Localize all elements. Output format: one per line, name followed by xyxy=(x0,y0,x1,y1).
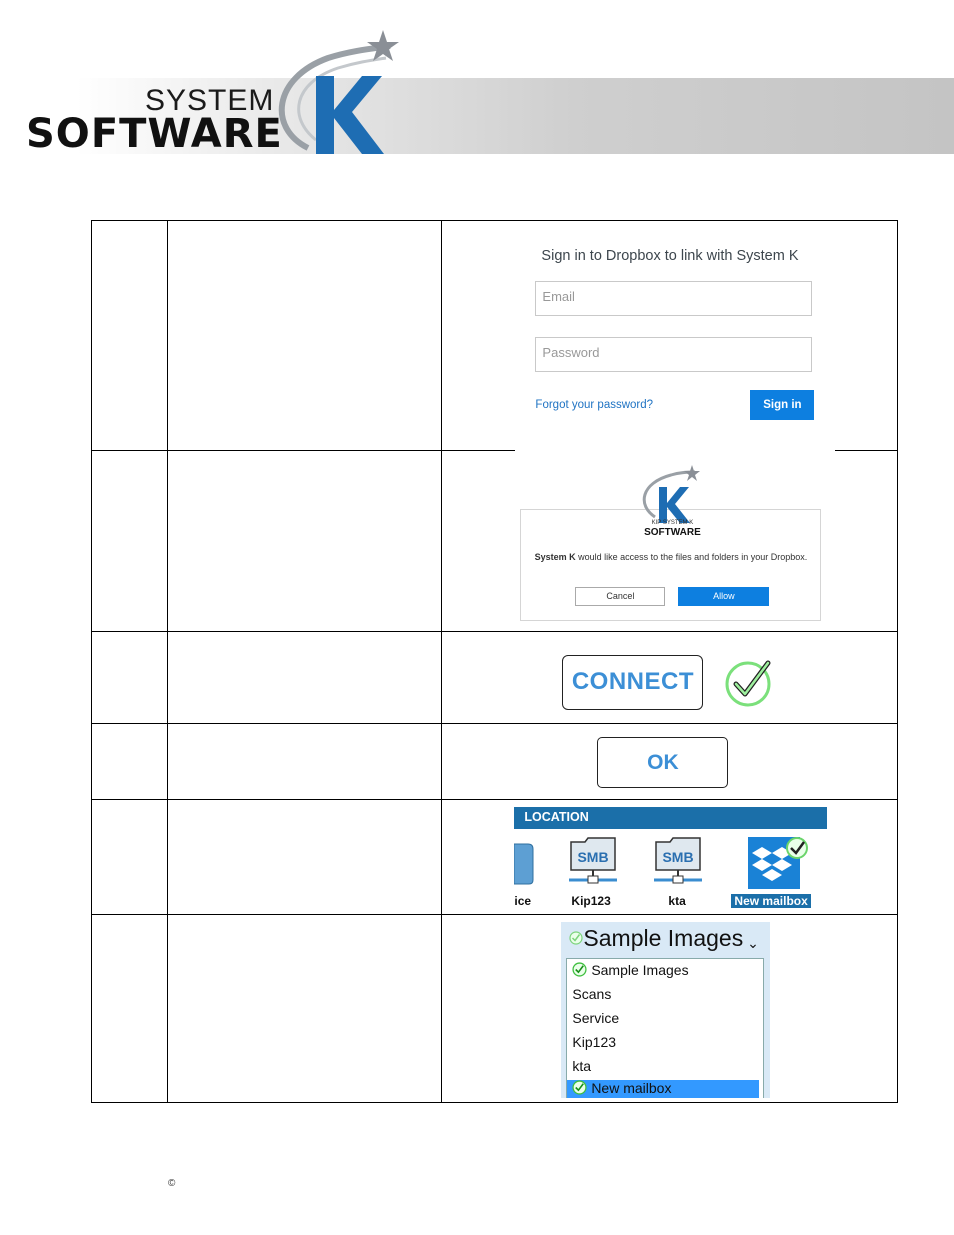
description-cell xyxy=(167,220,443,451)
copyright-symbol: © xyxy=(168,1178,176,1189)
description-cell xyxy=(167,799,443,915)
folder-icon[interactable] xyxy=(514,834,534,886)
dropdown-option[interactable]: Scans xyxy=(572,986,611,1002)
password-field[interactable]: Password xyxy=(535,337,813,372)
kip-caption: KIP SYSTEM K xyxy=(651,520,694,526)
step-cell xyxy=(90,723,169,800)
ok-button[interactable]: OK xyxy=(597,737,729,788)
location-item-label: kta xyxy=(668,894,686,908)
smb-share-icon[interactable]: SMB xyxy=(652,834,704,886)
screenshot-cell: OK xyxy=(441,723,898,800)
screenshot-cell: CONNECT xyxy=(441,631,898,724)
email-field[interactable]: Email xyxy=(535,281,813,316)
description-cell xyxy=(167,631,443,724)
location-item-label: Kip123 xyxy=(571,894,611,908)
logo-software-text: SOFTWARE xyxy=(26,111,283,157)
smb-share-icon[interactable]: SMB xyxy=(567,834,619,886)
chevron-down-icon: ⌄ xyxy=(743,935,759,951)
description-cell xyxy=(167,723,443,800)
step-cell xyxy=(90,914,169,1103)
allow-button[interactable]: Allow xyxy=(678,587,770,606)
folder-dropdown[interactable]: Sample Images ⌄ Sample Images Scans Serv… xyxy=(561,922,771,1098)
software-caption: SOFTWARE xyxy=(644,527,701,538)
svg-text:SMB: SMB xyxy=(578,849,609,865)
instructions-table: Sign in to Dropbox to link with System K… xyxy=(90,220,898,1103)
dropbox-icon[interactable] xyxy=(748,837,810,889)
dropdown-option[interactable]: Service xyxy=(572,1010,619,1026)
dropdown-option-highlighted[interactable]: New mailbox xyxy=(567,1080,760,1098)
table-row: LOCATION ice SMB Kip123 SMB kta New mail… xyxy=(90,799,898,915)
location-header: LOCATION xyxy=(514,807,828,829)
dropdown-current[interactable]: Sample Images ⌄ xyxy=(569,925,759,952)
signin-title: Sign in to Dropbox to link with System K xyxy=(541,248,799,264)
table-row: System K would like access to the files … xyxy=(90,450,898,632)
location-title: LOCATION xyxy=(524,810,589,824)
check-circle-icon xyxy=(572,1080,587,1095)
cancel-button[interactable]: Cancel xyxy=(575,587,666,606)
description-cell xyxy=(167,450,443,632)
check-circle-icon xyxy=(572,962,587,977)
dropdown-option[interactable]: Sample Images xyxy=(572,962,689,978)
step-cell xyxy=(90,799,169,915)
check-circle-icon xyxy=(725,660,771,707)
allow-message-text: would like access to the files and folde… xyxy=(575,552,808,562)
description-cell xyxy=(167,914,443,1103)
screenshot-cell: Sample Images ⌄ Sample Images Scans Serv… xyxy=(441,914,898,1103)
screenshot-cell: Sign in to Dropbox to link with System K… xyxy=(441,220,898,453)
logo-k-icon xyxy=(278,30,399,154)
dropdown-option[interactable]: Kip123 xyxy=(572,1034,616,1050)
table-row: Sign in to Dropbox to link with System K… xyxy=(90,220,898,453)
screenshot-cell: LOCATION ice SMB Kip123 SMB kta New mail… xyxy=(441,799,898,915)
signin-button[interactable]: Sign in xyxy=(750,390,815,420)
table-row: CONNECT xyxy=(90,631,898,724)
location-item-label-selected: New mailbox xyxy=(731,894,811,908)
dropdown-option-label: Sample Images xyxy=(591,962,689,978)
step-cell xyxy=(90,450,169,632)
table-row: Sample Images ⌄ Sample Images Scans Serv… xyxy=(90,914,898,1103)
forgot-password-link[interactable]: Forgot your password? xyxy=(535,399,653,411)
step-cell xyxy=(90,220,169,451)
allow-message-app: System K xyxy=(534,552,576,562)
dropdown-option[interactable]: kta xyxy=(572,1058,591,1074)
password-placeholder: Password xyxy=(542,345,600,360)
step-cell xyxy=(90,631,169,724)
screenshot-cell: System K would like access to the files … xyxy=(441,450,898,632)
dropdown-option-label: New mailbox xyxy=(591,1080,672,1096)
allow-message: System K would like access to the files … xyxy=(521,551,820,564)
dropdown-current-label: Sample Images xyxy=(583,925,744,951)
email-placeholder: Email xyxy=(542,289,575,304)
dropdown-list: Sample Images Scans Service Kip123 kta N… xyxy=(566,958,765,1098)
table-row: OK xyxy=(90,723,898,800)
svg-text:SMB: SMB xyxy=(663,849,694,865)
location-item-label: ice xyxy=(514,894,532,908)
connect-button[interactable]: CONNECT xyxy=(562,655,704,710)
check-circle-icon xyxy=(569,931,584,945)
dropbox-signin-panel: Sign in to Dropbox to link with System K… xyxy=(515,221,836,453)
